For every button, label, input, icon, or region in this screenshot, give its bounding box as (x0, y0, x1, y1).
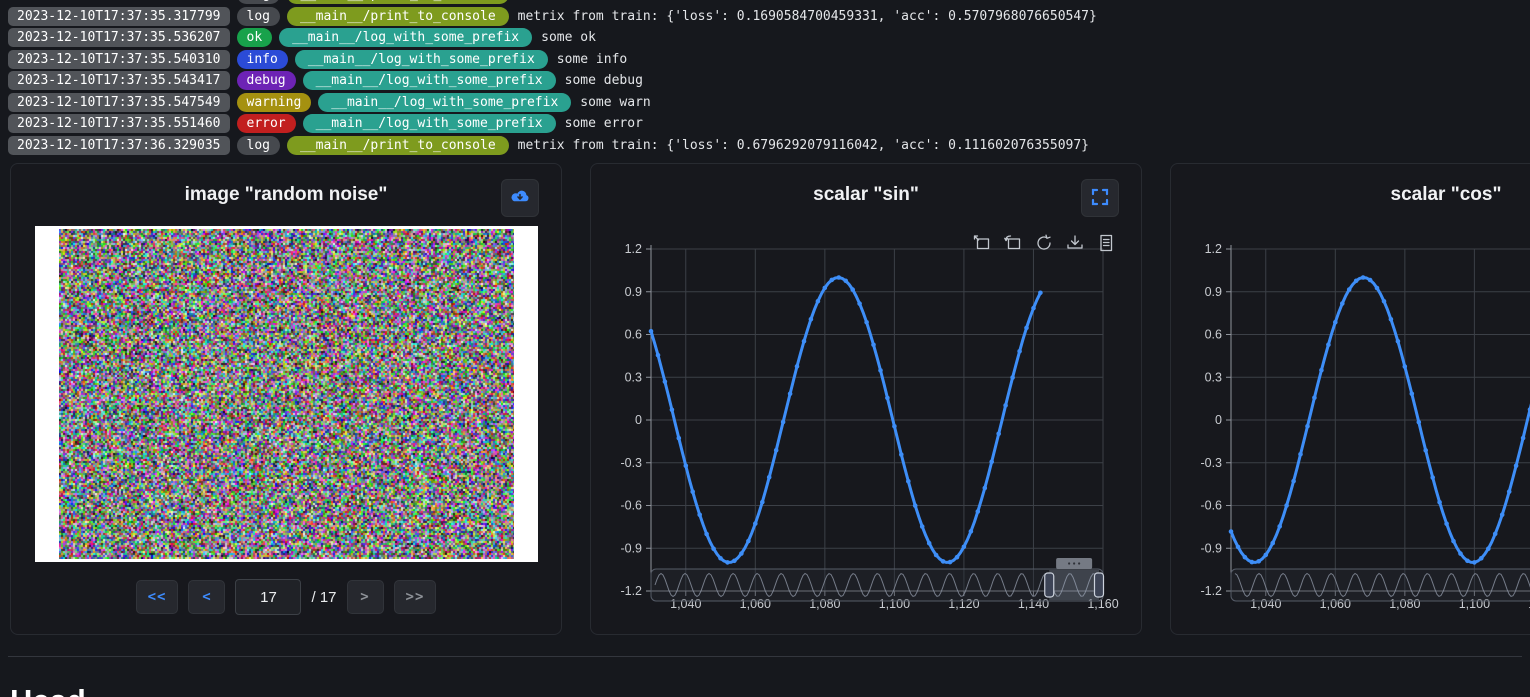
next-page-button[interactable]: > (347, 580, 384, 614)
cos-chart[interactable]: 1.20.90.60.30-0.3-0.6-0.9-1.21,0401,0601… (1171, 164, 1530, 624)
log-timestamp: 2023-12-10T17:37:35.543417 (8, 71, 230, 90)
log-row: 2023-12-10T17:37:35.543417 debug __main__/… (8, 71, 1530, 90)
log-message: some debug (565, 73, 643, 88)
log-row: 2023-12-10T17:37:35.317799 log __main__/pr… (8, 7, 1530, 26)
log-message: some error (565, 116, 643, 131)
svg-text:0.9: 0.9 (1205, 285, 1222, 299)
log-level-badge: log (237, 7, 280, 26)
zoom-select-icon[interactable] (973, 234, 991, 252)
image-card-title: image "random noise" (185, 184, 388, 206)
svg-text:0.9: 0.9 (625, 285, 642, 299)
log-message: some ok (541, 30, 596, 45)
log-prefix-badge: __main__/log_with_some_prefix (318, 93, 571, 112)
log-level-badge: log (237, 136, 280, 155)
log-row: 2023-12-10T17:37:35.540310 info __main__/l… (8, 50, 1530, 69)
log-timestamp: 2023-12-10T17:37:35.551460 (8, 114, 230, 133)
log-prefix-badge: __main__/log_with_some_prefix (303, 71, 556, 90)
log-console: log__main__/print_to_consolemetrix from … (0, 0, 1530, 157)
image-pagination: << < / 17 > >> (11, 579, 561, 615)
log-level-badge: info (237, 50, 288, 69)
log-message: some warn (580, 95, 650, 110)
log-timestamp: 2023-12-10T17:37:35.536207 (8, 28, 230, 47)
image-frame (35, 226, 538, 562)
log-timestamp: 2023-12-10T17:37:35.547549 (8, 93, 230, 112)
svg-text:-0.9: -0.9 (1200, 541, 1222, 555)
line-chart[interactable]: 1.20.90.60.30-0.3-0.6-0.9-1.21,0401,0601… (1171, 164, 1530, 624)
log-timestamp: 2023-12-10T17:37:35.540310 (8, 50, 230, 69)
log-timestamp: 2023-12-10T17:37:36.329035 (8, 136, 230, 155)
last-page-button[interactable]: >> (394, 580, 437, 614)
svg-text:-1.2: -1.2 (1200, 584, 1222, 598)
log-level-badge: debug (237, 71, 296, 90)
cards-row: image "random noise" << < / 17 > >> scal… (0, 163, 1530, 635)
log-prefix-badge: __main__/log_with_some_prefix (279, 28, 532, 47)
log-row: 2023-12-10T17:37:35.547549 warning __main_… (8, 93, 1530, 112)
svg-text:1.2: 1.2 (1205, 242, 1222, 256)
svg-text:-0.3: -0.3 (1200, 456, 1222, 470)
datazoom-window[interactable] (1049, 570, 1099, 600)
svg-text:0.6: 0.6 (1205, 328, 1222, 342)
log-message: metrix from train: (518, 0, 659, 2)
log-row: 2023-12-10T17:37:36.329035 log __main__/pr… (8, 136, 1530, 155)
log-level-badge: warning (237, 93, 312, 112)
cos-chart-card: scalar "cos" 1.20.90.60.30-0.3-0.6-0.9-1… (1170, 163, 1530, 635)
cloud-download-icon (508, 185, 532, 212)
datazoom-slider[interactable] (651, 558, 1104, 601)
prev-page-button[interactable]: < (188, 580, 225, 614)
log-row-partial: log __main__/print_to_console metrix from … (8, 0, 1530, 4)
log-message: metrix from train: {'loss': 0.1690584700… (518, 9, 1097, 24)
svg-text:-1.2: -1.2 (620, 584, 642, 598)
log-message: metrix from train: {'loss': 0.6796292079… (518, 138, 1089, 153)
download-image-button[interactable] (501, 179, 539, 217)
noise-image (59, 229, 514, 559)
svg-text:0.6: 0.6 (625, 328, 642, 342)
footer-heading: Head (10, 684, 1530, 697)
image-card-header: image "random noise" (11, 164, 561, 226)
data-view-icon[interactable] (1097, 234, 1115, 252)
svg-text:0.3: 0.3 (625, 370, 642, 384)
line-chart[interactable]: 1.20.90.60.30-0.3-0.6-0.9-1.21,0401,0601… (591, 164, 1143, 624)
log-level-badge: ok (237, 28, 273, 47)
log-message: some info (557, 52, 627, 67)
svg-text:0: 0 (635, 413, 642, 427)
datazoom-handle-left[interactable] (1045, 573, 1054, 597)
svg-text:-0.9: -0.9 (620, 541, 642, 555)
svg-text:0.3: 0.3 (1205, 370, 1222, 384)
sin-chart[interactable]: 1.20.90.60.30-0.3-0.6-0.9-1.21,0401,0601… (591, 164, 1143, 624)
log-level-badge: log (237, 0, 280, 4)
image-card: image "random noise" << < / 17 > >> (10, 163, 562, 635)
svg-text:0: 0 (1215, 413, 1222, 427)
log-row: 2023-12-10T17:37:35.536207 ok __main__/log… (8, 28, 1530, 47)
page-total-label: / 17 (311, 589, 336, 606)
log-prefix-badge: __main__/print_to_console (287, 0, 509, 4)
svg-text:-0.6: -0.6 (620, 499, 642, 513)
log-prefix-badge: __main__/print_to_console (287, 136, 509, 155)
log-prefix-badge: __main__/print_to_console (287, 7, 509, 26)
section-divider (8, 656, 1522, 657)
svg-text:1.2: 1.2 (625, 242, 642, 256)
save-image-icon[interactable] (1066, 234, 1084, 252)
restore-icon[interactable] (1035, 234, 1053, 252)
log-row: 2023-12-10T17:37:35.551460 error __main__/… (8, 114, 1530, 133)
page-number-input[interactable] (235, 579, 301, 615)
datazoom-handle-right[interactable] (1095, 573, 1104, 597)
log-timestamp: 2023-12-10T17:37:35.317799 (8, 7, 230, 26)
datazoom-slider[interactable] (1231, 558, 1530, 601)
log-prefix-badge: __main__/log_with_some_prefix (303, 114, 556, 133)
log-level-badge: error (237, 114, 296, 133)
first-page-button[interactable]: << (136, 580, 179, 614)
zoom-undo-icon[interactable] (1004, 234, 1022, 252)
chart-toolbar (973, 234, 1115, 252)
sin-chart-card: scalar "sin" 1.20.90.60.30-0.3-0.6-0.9-1… (590, 163, 1142, 635)
svg-text:-0.6: -0.6 (1200, 499, 1222, 513)
log-prefix-badge: __main__/log_with_some_prefix (295, 50, 548, 69)
svg-text:-0.3: -0.3 (620, 456, 642, 470)
